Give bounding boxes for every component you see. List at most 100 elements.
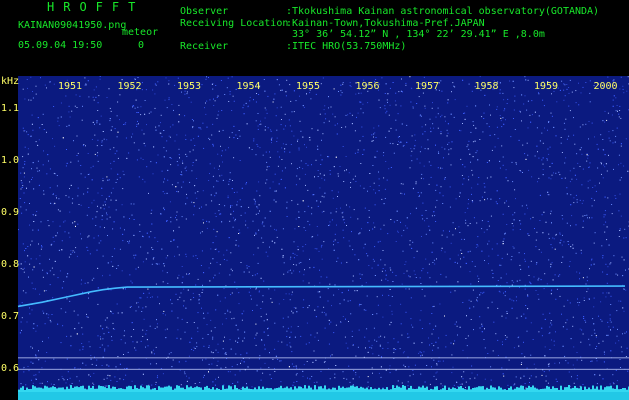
coordinates-value: 33° 36’ 54.12” N , 134° 22’ 29.41” E ,8.… bbox=[292, 29, 545, 40]
noise-speck bbox=[397, 144, 399, 145]
noise-speck bbox=[447, 123, 449, 125]
noise-speck bbox=[428, 225, 430, 227]
noise-speck bbox=[218, 168, 220, 170]
noise-speck bbox=[529, 382, 530, 383]
noise-speck bbox=[100, 338, 102, 340]
noise-speck bbox=[468, 176, 470, 178]
noise-speck bbox=[275, 115, 277, 117]
bottom-band-spike bbox=[130, 386, 132, 392]
noise-speck bbox=[103, 333, 105, 335]
noise-speck bbox=[308, 282, 310, 284]
noise-speck bbox=[273, 98, 275, 100]
noise-speck bbox=[231, 292, 233, 294]
noise-speck bbox=[335, 211, 337, 213]
noise-speck bbox=[253, 198, 255, 200]
noise-speck bbox=[47, 381, 48, 383]
noise-speck bbox=[477, 275, 479, 277]
noise-speck bbox=[48, 337, 49, 339]
noise-speck bbox=[607, 266, 609, 268]
noise-speck bbox=[450, 291, 452, 293]
noise-speck bbox=[505, 338, 507, 340]
noise-speck bbox=[29, 181, 31, 183]
noise-speck bbox=[564, 84, 566, 86]
noise-speck bbox=[103, 378, 105, 380]
noise-speck bbox=[588, 121, 590, 122]
noise-speck bbox=[281, 248, 283, 250]
noise-speck bbox=[374, 156, 376, 158]
noise-speck bbox=[266, 319, 268, 321]
noise-speck bbox=[82, 333, 84, 335]
noise-speck bbox=[224, 297, 226, 299]
noise-speck bbox=[53, 241, 55, 243]
noise-speck bbox=[110, 379, 112, 381]
noise-speck bbox=[608, 244, 610, 246]
noise-speck bbox=[106, 176, 108, 178]
noise-speck bbox=[229, 274, 231, 276]
noise-speck bbox=[533, 276, 535, 278]
bottom-band-spike bbox=[146, 385, 148, 392]
noise-speck bbox=[77, 314, 79, 316]
noise-speck bbox=[111, 256, 113, 257]
noise-speck bbox=[165, 257, 167, 259]
noise-speck bbox=[541, 327, 543, 329]
noise-speck bbox=[109, 148, 111, 150]
noise-speck bbox=[152, 249, 154, 250]
noise-speck bbox=[449, 258, 451, 260]
noise-speck bbox=[201, 307, 202, 309]
bottom-band-spike bbox=[436, 386, 438, 392]
noise-speck bbox=[156, 326, 158, 328]
noise-speck bbox=[164, 99, 166, 101]
noise-speck bbox=[210, 330, 212, 332]
noise-speck bbox=[626, 331, 627, 333]
noise-speck bbox=[504, 335, 506, 336]
noise-speck bbox=[104, 385, 106, 387]
noise-speck bbox=[55, 235, 57, 237]
bottom-band-spike bbox=[336, 389, 338, 392]
noise-speck bbox=[519, 220, 521, 222]
noise-speck bbox=[526, 142, 528, 144]
noise-speck bbox=[363, 247, 365, 249]
noise-speck bbox=[281, 147, 283, 149]
noise-speck bbox=[420, 177, 422, 179]
bottom-band-spike bbox=[406, 389, 408, 392]
noise-speck bbox=[454, 340, 456, 342]
noise-speck bbox=[315, 159, 317, 161]
noise-speck bbox=[150, 297, 151, 298]
noise-speck bbox=[349, 82, 351, 84]
noise-speck bbox=[166, 272, 168, 274]
noise-speck bbox=[397, 136, 399, 138]
noise-speck bbox=[44, 360, 46, 362]
noise-speck bbox=[378, 125, 380, 127]
noise-speck bbox=[274, 368, 275, 369]
noise-speck bbox=[355, 355, 357, 357]
bottom-band-spike bbox=[94, 388, 96, 392]
noise-speck bbox=[426, 365, 428, 366]
noise-speck bbox=[50, 321, 52, 323]
noise-speck bbox=[593, 306, 595, 308]
noise-speck bbox=[411, 324, 412, 326]
noise-speck bbox=[511, 256, 513, 257]
noise-speck bbox=[235, 239, 237, 241]
noise-speck bbox=[182, 162, 184, 164]
noise-speck bbox=[367, 386, 369, 388]
noise-speck bbox=[186, 197, 188, 199]
noise-speck bbox=[144, 145, 146, 147]
noise-speck bbox=[69, 116, 71, 118]
noise-speck bbox=[601, 173, 602, 175]
noise-speck bbox=[353, 370, 355, 372]
bottom-band-spike bbox=[88, 385, 90, 392]
noise-speck bbox=[359, 303, 360, 305]
bottom-band-spike bbox=[28, 389, 30, 392]
noise-speck bbox=[421, 214, 423, 216]
noise-speck bbox=[612, 130, 614, 132]
bottom-band-spike bbox=[50, 387, 52, 392]
bottom-band-spike bbox=[30, 388, 32, 392]
noise-speck bbox=[221, 150, 223, 152]
noise-speck bbox=[292, 312, 294, 314]
noise-speck bbox=[549, 326, 551, 328]
noise-speck bbox=[275, 190, 277, 192]
bottom-band-spike bbox=[492, 387, 494, 392]
noise-speck bbox=[155, 384, 157, 385]
noise-speck bbox=[236, 364, 238, 366]
noise-speck bbox=[60, 116, 62, 118]
